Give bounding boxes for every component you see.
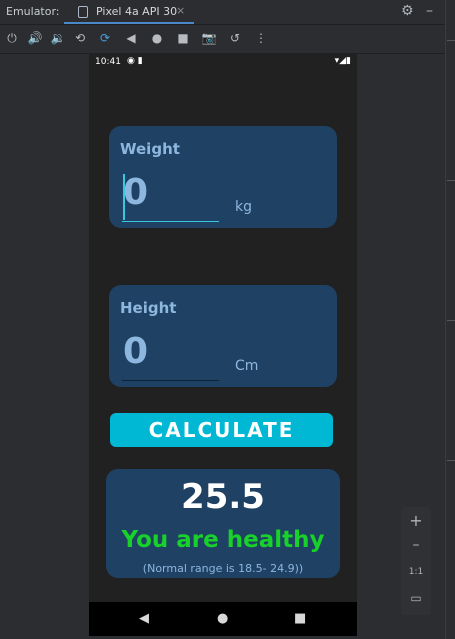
nav-home-icon[interactable]: ● xyxy=(217,611,228,626)
status-right-icons: ▾◢▮ xyxy=(334,56,351,66)
status-time: 10:41 xyxy=(95,57,121,67)
back-icon[interactable]: ◀ xyxy=(123,31,139,45)
health-status: You are healthy xyxy=(121,527,325,553)
tab-pixel-4a[interactable]: Pixel 4a API 30 × xyxy=(64,0,194,24)
rotate-left-icon[interactable]: ⟲ xyxy=(72,31,88,45)
calculate-button[interactable]: CALCULATE xyxy=(110,413,333,447)
side-divider xyxy=(447,180,455,181)
camera-icon[interactable]: 📷 xyxy=(201,31,217,45)
weight-card: Weight 0 kg xyxy=(109,126,337,228)
more-icon[interactable]: ⋮ xyxy=(253,31,269,45)
nav-back-icon[interactable]: ◀ xyxy=(139,611,149,626)
height-input-underline xyxy=(122,380,219,381)
window-title-bar: Emulator: Pixel 4a API 30 × ⚙ – xyxy=(0,0,445,25)
height-label: Height xyxy=(120,299,177,317)
minimize-icon[interactable]: – xyxy=(426,3,433,19)
weight-label: Weight xyxy=(120,140,180,158)
bmi-value: 25.5 xyxy=(181,477,265,517)
weight-input-underline xyxy=(122,221,219,222)
rotate-right-icon[interactable]: ⟳ xyxy=(97,31,113,45)
home-icon[interactable]: ● xyxy=(149,31,165,45)
emulator-toolbar: ⏻ 🔊 🔉 ⟲ ⟳ ◀ ● ■ 📷 ↺ ⋮ xyxy=(0,25,445,54)
zoom-out-icon[interactable]: – xyxy=(401,537,431,553)
height-unit: Cm xyxy=(235,358,259,374)
status-left-icons: ◉ ▮ xyxy=(127,56,143,66)
device-screen: 10:41 ◉ ▮ ▾◢▮ Weight 0 kg Height 0 Cm CA… xyxy=(89,54,357,636)
tab-close-icon[interactable]: × xyxy=(176,4,185,17)
weight-unit: kg xyxy=(235,199,252,215)
navigation-bar: ◀ ● ■ xyxy=(89,602,357,636)
overview-icon[interactable]: ■ xyxy=(175,31,191,45)
side-divider xyxy=(447,460,455,461)
status-bar: 10:41 ◉ ▮ ▾◢▮ xyxy=(89,54,357,72)
tab-active-indicator xyxy=(64,22,194,24)
device-icon xyxy=(78,6,88,18)
side-tool-strip xyxy=(445,0,455,639)
weight-input[interactable]: 0 xyxy=(123,172,148,213)
zoom-actual-size-button[interactable]: 1:1 xyxy=(401,567,431,577)
nav-recents-icon[interactable]: ■ xyxy=(294,611,306,626)
text-cursor xyxy=(123,174,125,220)
volume-up-icon[interactable]: 🔊 xyxy=(27,31,43,45)
tab-title: Pixel 4a API 30 xyxy=(96,5,178,18)
side-divider xyxy=(447,320,455,321)
normal-range-note: (Normal range is 18.5- 24.9)) xyxy=(142,562,304,575)
replay-icon[interactable]: ↺ xyxy=(227,31,243,45)
settings-gear-icon[interactable]: ⚙ xyxy=(401,3,414,19)
result-card: 25.5 You are healthy (Normal range is 18… xyxy=(106,469,340,578)
zoom-in-icon[interactable]: + xyxy=(401,511,431,530)
height-input[interactable]: 0 xyxy=(123,331,148,372)
side-divider xyxy=(447,40,455,41)
zoom-fit-icon[interactable]: ▭ xyxy=(401,591,431,605)
height-card: Height 0 Cm xyxy=(109,285,337,387)
power-icon[interactable]: ⏻ xyxy=(4,31,20,46)
volume-down-icon[interactable]: 🔉 xyxy=(50,31,66,45)
zoom-controls: + – 1:1 ▭ xyxy=(401,507,431,615)
emulator-label: Emulator: xyxy=(6,5,60,18)
